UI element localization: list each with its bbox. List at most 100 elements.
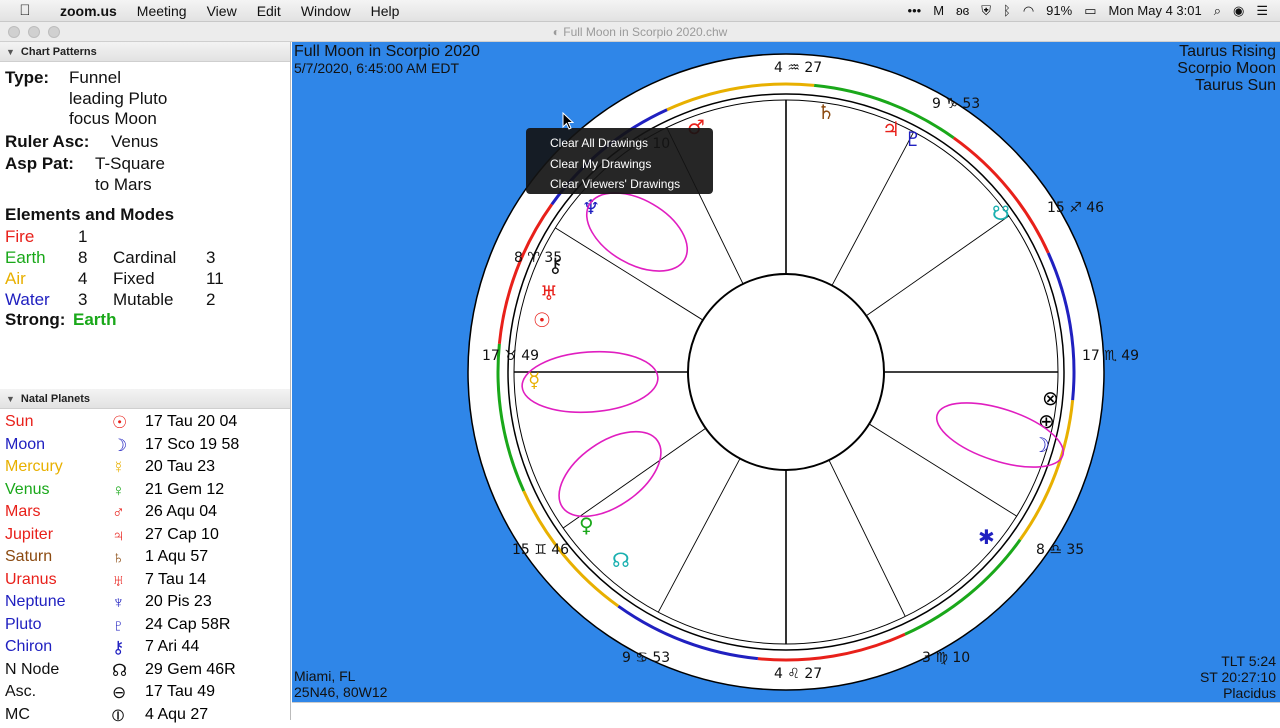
mouse-pointer-icon: [562, 112, 574, 130]
asp-pat-line-1: T-Square: [95, 154, 165, 173]
chart-wheel[interactable]: 4 ♒ 27 9 ♑ 53 15 ♐ 46 17 ♏ 49 8 ♎ 35 3 ♍ 10 4 …: [292, 42, 1280, 702]
planet-row[interactable]: Chiron ⚷ 7 Ari 44: [0, 638, 291, 660]
menu-window[interactable]: Window: [291, 3, 361, 19]
chart-sun-sign: Taurus Sun: [1195, 77, 1276, 94]
element-fire: Fire: [5, 227, 35, 246]
planet-row[interactable]: Pluto ♇ 24 Cap 58R: [0, 616, 291, 638]
planet-row[interactable]: MC ⦶ 4 Aqu 27: [0, 706, 291, 728]
planet-row[interactable]: N Node ☊ 29 Gem 46R: [0, 661, 291, 683]
planet-name: Asc.: [5, 683, 37, 700]
spotlight-search-icon[interactable]: ⌕: [1214, 3, 1221, 19]
menu-bar:  zoom.us Meeting View Edit Window Help …: [0, 0, 1280, 22]
cusp-label: 17 ♏ 49: [1082, 348, 1139, 364]
strong-value: Earth: [73, 310, 117, 329]
planet-position: 17 Tau 20 04: [145, 413, 238, 430]
planet-name: N Node: [5, 660, 60, 678]
planet-row[interactable]: Asc. ⊖ 17 Tau 49: [0, 683, 291, 705]
planet-row[interactable]: Uranus ♅ 7 Tau 14: [0, 571, 291, 593]
planet-glyph-icon: ♅: [112, 570, 125, 590]
disclosure-triangle-icon[interactable]: ▼: [6, 47, 15, 57]
planet-name: Moon: [5, 435, 46, 453]
wifi-icon[interactable]: ◠: [1023, 3, 1034, 19]
planet-glyph-icon: ☽: [112, 435, 128, 455]
asp-pat-line-2: to Mars: [95, 175, 152, 194]
notification-center-icon[interactable]: ☰: [1256, 3, 1268, 19]
cusp-label: 17 ♉ 49: [482, 348, 539, 364]
element-air-count: 4: [78, 269, 88, 288]
apple-icon[interactable]: : [0, 2, 50, 19]
planet-glyph-icon: ☽: [1032, 433, 1050, 457]
planet-row[interactable]: Saturn ♄ 1 Aqu 57: [0, 548, 291, 570]
planet-name: Sun: [5, 413, 34, 430]
planet-row[interactable]: Moon ☽ 17 Sco 19 58: [0, 436, 291, 458]
cusp-label: 4 ♒ 27: [774, 60, 822, 76]
disclosure-triangle-icon[interactable]: ▼: [6, 394, 15, 404]
menu-view[interactable]: View: [197, 3, 247, 19]
planet-name: Mars: [5, 503, 41, 520]
bottom-strip: [292, 702, 1280, 720]
planet-row[interactable]: Neptune ♆ 20 Pis 23: [0, 593, 291, 615]
planet-position: 17 Tau 49: [145, 683, 215, 700]
planet-glyph-icon: ⊗: [1042, 386, 1059, 410]
type-line-1: Funnel: [69, 68, 121, 87]
planet-position: 26 Aqu 04: [145, 503, 218, 520]
planet-row[interactable]: Mars ♂ 26 Aqu 04: [0, 503, 291, 525]
chart-coords: 25N46, 80W12: [294, 684, 388, 700]
cusp-label: 9 ♑ 53: [932, 96, 980, 112]
planet-glyph-icon: ♅: [540, 281, 558, 305]
chart-canvas[interactable]: 4 ♒ 27 9 ♑ 53 15 ♐ 46 17 ♏ 49 8 ♎ 35 3 ♍ 10 4 …: [292, 42, 1280, 702]
element-air: Air: [5, 269, 26, 288]
planet-name: Jupiter: [5, 525, 54, 543]
planet-row[interactable]: Sun ☉ 17 Tau 20 04: [0, 413, 291, 435]
planet-position: 24 Cap 58R: [145, 615, 231, 633]
planet-position: 7 Tau 14: [145, 570, 207, 588]
planet-glyph-icon: ♀: [112, 480, 125, 500]
planet-name: Venus: [5, 480, 50, 498]
window-title-text: Full Moon in Scorpio 2020.chw: [563, 25, 728, 39]
planet-glyph-icon: ⚷: [112, 638, 125, 657]
butterfly-icon[interactable]: ʚɞ: [956, 3, 969, 18]
planet-glyph-icon: ☊: [112, 660, 128, 680]
menu-meeting[interactable]: Meeting: [127, 3, 197, 19]
battery-percent[interactable]: 91%: [1046, 3, 1072, 18]
clock[interactable]: Mon May 4 3:01: [1109, 3, 1202, 18]
planet-glyph-icon: ⊖: [112, 683, 127, 702]
planet-glyph-icon: ♇: [112, 615, 125, 635]
planet-row[interactable]: Mercury ☿ 20 Tau 23: [0, 458, 291, 480]
shield-icon[interactable]: ⛨: [981, 3, 991, 19]
menu-edit[interactable]: Edit: [247, 3, 291, 19]
natal-planets-header-label: Natal Planets: [20, 392, 91, 405]
planet-glyph-icon: ✱: [978, 525, 995, 549]
siri-icon[interactable]: ◉: [1233, 3, 1244, 19]
planet-row[interactable]: Jupiter ♃ 27 Cap 10: [0, 526, 291, 548]
type-line-2: leading Pluto: [69, 89, 168, 108]
clear-all-drawings-item[interactable]: Clear All Drawings: [526, 133, 713, 154]
window-title: ◐ Full Moon in Scorpio 2020.chw: [0, 25, 1280, 39]
cusp-label: 15 ♊ 46: [512, 542, 569, 558]
planet-position: 29 Gem 46R: [145, 660, 236, 678]
dots-icon[interactable]: •••: [908, 3, 922, 18]
planet-glyph-icon: ☊: [612, 548, 630, 572]
asp-pat-label: Asp Pat:: [5, 154, 74, 173]
clear-viewers-drawings-item[interactable]: Clear Viewers' Drawings: [526, 174, 713, 195]
elements-modes-title: Elements and Modes: [5, 205, 175, 224]
chart-moon-sign: Scorpio Moon: [1177, 60, 1276, 77]
battery-icon[interactable]: ▭: [1084, 3, 1096, 19]
element-fire-count: 1: [78, 227, 88, 246]
natal-planets-header[interactable]: ▼ Natal Planets: [0, 389, 290, 409]
planet-row[interactable]: Venus ♀ 21 Gem 12: [0, 481, 291, 503]
planet-position: 1 Aqu 57: [145, 548, 209, 565]
planet-position: 21 Gem 12: [145, 480, 225, 498]
planet-name: Saturn: [5, 548, 53, 565]
status-area: ••• M ʚɞ ⛨ ᛒ ◠ 91% ▭ Mon May 4 3:01 ⌕ ◉ …: [908, 3, 1280, 19]
planet-glyph-icon: ♄: [112, 548, 125, 567]
chart-st: ST 20:27:10: [1199, 669, 1276, 685]
mode-mutable: Mutable: [113, 290, 174, 309]
clear-my-drawings-item[interactable]: Clear My Drawings: [526, 154, 713, 175]
chart-patterns-panel: Type: Funnel leading Pluto focus Moon Ru…: [0, 62, 290, 389]
bluetooth-icon[interactable]: ᛒ: [1003, 3, 1011, 18]
menu-app-name[interactable]: zoom.us: [50, 3, 127, 19]
malwarebytes-icon[interactable]: M: [933, 3, 944, 18]
menu-help[interactable]: Help: [361, 3, 410, 19]
chart-patterns-header[interactable]: ▼ Chart Patterns: [0, 42, 290, 62]
